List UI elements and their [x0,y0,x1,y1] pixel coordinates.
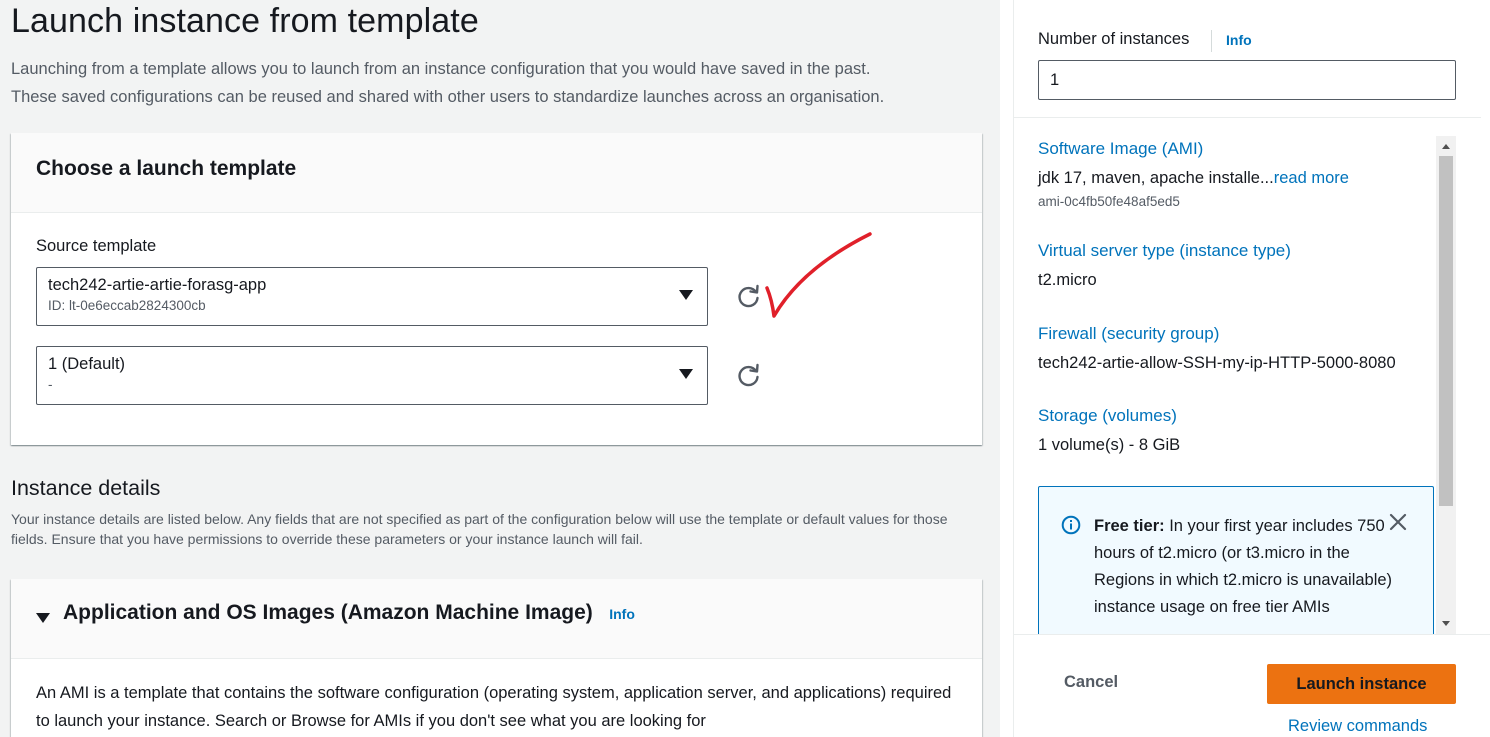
summary-actions: Cancel Launch instance Review commands [1014,634,1490,737]
number-of-instances-info-link[interactable]: Info [1226,32,1252,48]
page-title: Launch instance from template [11,2,479,40]
instance-details-title: Instance details [11,476,161,500]
caret-down-icon [679,290,693,300]
ami-info-link[interactable]: Info [609,606,635,622]
page-description-line1: Launching from a template allows you to … [11,60,871,78]
launch-template-header: Choose a launch template [11,133,982,213]
refresh-icon[interactable] [736,363,762,389]
firewall-value: tech242-artie-allow-SSH-my-ip-HTTP-5000-… [1038,354,1396,372]
free-tier-alert: Free tier: In your first year includes 7… [1038,486,1434,634]
firewall-link[interactable]: Firewall (security group) [1038,324,1219,344]
source-template-select[interactable]: tech242-artie-artie-forasg-app ID: lt-0e… [36,267,708,326]
summary-panel: Number of instances Info Software Image … [1013,0,1490,737]
review-commands-link[interactable]: Review commands [1288,717,1427,736]
refresh-icon[interactable] [736,284,762,310]
info-circle-icon [1061,515,1081,535]
free-tier-label: Free tier: [1094,517,1165,535]
instance-count-section: Number of instances Info [1014,0,1481,118]
software-image-name: jdk 17, maven, apache installe... [1038,169,1274,187]
divider [1211,30,1212,52]
scrollbar-thumb[interactable] [1439,156,1453,506]
close-icon[interactable] [1389,513,1407,531]
read-more-link[interactable]: read more [1274,169,1349,187]
main-content: Launch instance from template Launching … [0,0,1000,737]
scroll-down-arrow-icon[interactable] [1442,621,1450,626]
template-version-value: 1 (Default) [48,355,126,373]
launch-template-title: Choose a launch template [36,157,297,180]
summary-scroll-area: Software Image (AMI) jdk 17, maven, apac… [1014,136,1456,634]
caret-down-icon[interactable] [36,613,50,623]
ami-description: An AMI is a template that contains the s… [36,684,952,730]
storage-value: 1 volume(s) - 8 GiB [1038,436,1181,454]
cancel-button[interactable]: Cancel [1064,673,1118,692]
summary-scrollbar[interactable] [1436,136,1456,634]
template-version-select[interactable]: 1 (Default) - [36,346,708,405]
instance-details-description: Your instance details are listed below. … [11,511,948,547]
template-version-sub: - [48,377,53,392]
ami-card: Application and OS Images (Amazon Machin… [11,579,982,737]
source-template-label: Source template [36,237,157,255]
page-description: Launching from a template allows you to … [11,55,971,111]
launch-instance-button[interactable]: Launch instance [1267,664,1456,704]
software-image-value: jdk 17, maven, apache installe...read mo… [1038,169,1349,188]
ami-title: Application and OS Images (Amazon Machin… [63,601,593,624]
instance-type-value: t2.micro [1038,271,1097,289]
source-template-id: ID: lt-0e6eccab2824300cb [48,298,206,313]
caret-down-icon [679,369,693,379]
number-of-instances-label: Number of instances [1038,30,1190,48]
source-template-value: tech242-artie-artie-forasg-app [48,276,267,294]
number-of-instances-input[interactable] [1038,60,1456,100]
ami-header[interactable]: Application and OS Images (Amazon Machin… [11,579,982,659]
scroll-up-arrow-icon[interactable] [1442,144,1450,149]
ami-id: ami-0c4fb50fe48af5ed5 [1038,194,1180,209]
instance-type-link[interactable]: Virtual server type (instance type) [1038,241,1291,261]
red-checkmark-annotation [765,232,872,318]
software-image-link[interactable]: Software Image (AMI) [1038,139,1203,159]
page-description-line2: These saved configurations can be reused… [11,88,885,106]
storage-link[interactable]: Storage (volumes) [1038,406,1177,426]
